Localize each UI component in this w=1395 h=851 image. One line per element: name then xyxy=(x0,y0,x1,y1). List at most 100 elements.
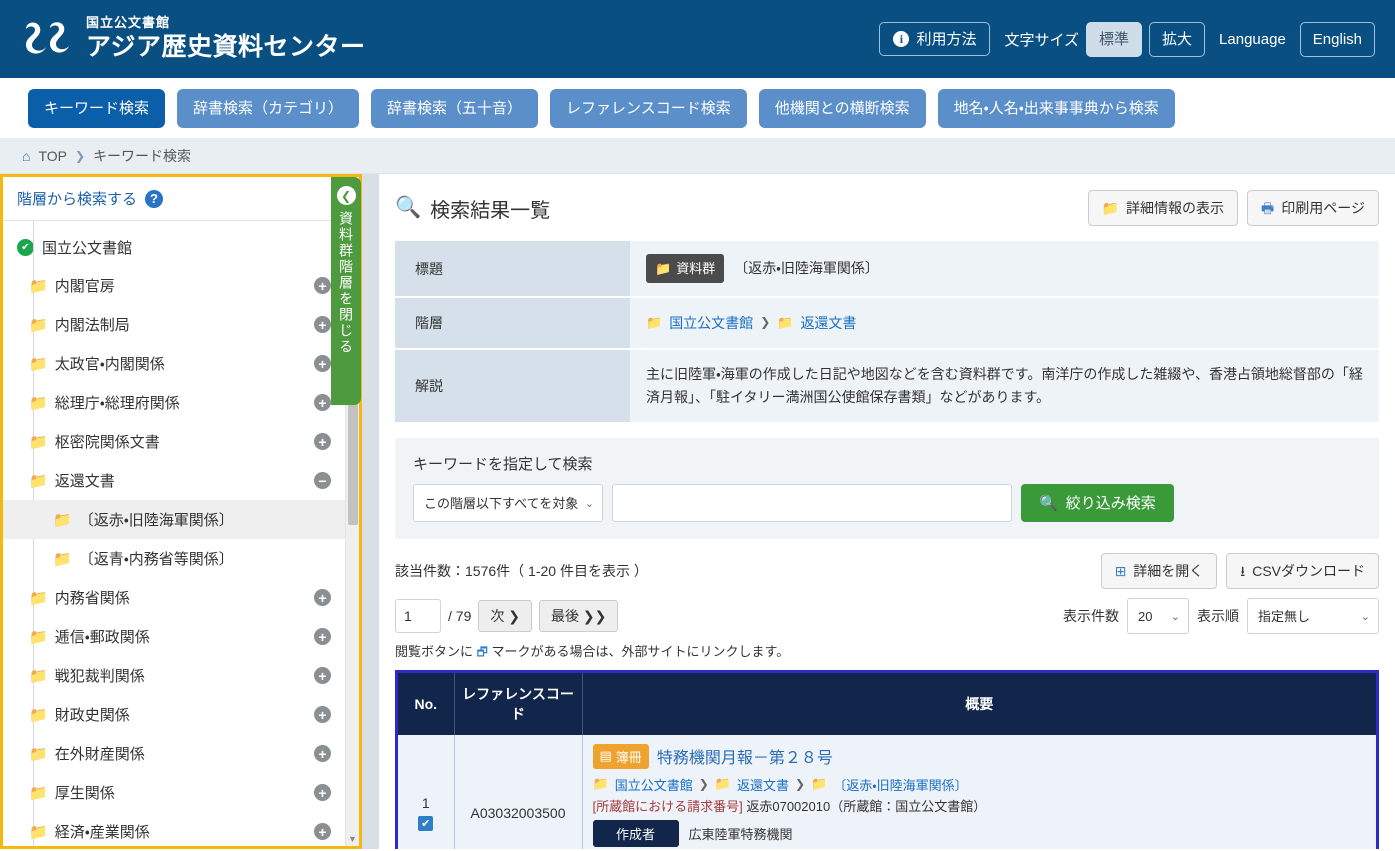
sidebar-item-naikaku-kanbo[interactable]: 📁 内閣官房 + xyxy=(3,266,345,305)
record-info-table: 標題 📁 資料群 〔返赤・旧陸海軍関係〕 階層 📁 国立公文書館 ❯ 📁 返還文… xyxy=(395,240,1379,424)
sidebar-item-teishin-yusei[interactable]: 📁 逓信・郵政関係 + xyxy=(3,617,345,656)
logo-subtitle: 国立公文書館 xyxy=(86,15,171,31)
csv-download-label: CSVダウンロード xyxy=(1252,562,1365,579)
nav-tab-reference-code[interactable]: レファレンスコード検索 xyxy=(550,88,747,128)
expand-details-button[interactable]: ⊞ 詳細を開く xyxy=(1100,552,1218,589)
path-link-henaka[interactable]: 〔返赤・旧陸海軍関係〕 xyxy=(833,775,967,794)
nav-tab-dictionary-category[interactable]: 辞書検索（カテゴリ） xyxy=(177,88,360,128)
sidebar-item-keizai-sangyo[interactable]: 📁 経済・産業関係 + xyxy=(3,812,345,846)
breadcrumb-home-link[interactable]: TOP xyxy=(38,148,67,164)
expand-icon[interactable]: + xyxy=(314,628,331,645)
font-size-standard-button[interactable]: 標準 xyxy=(1086,21,1143,57)
keyword-input[interactable] xyxy=(612,483,1012,522)
display-options: 表示件数 20 ⌄ 表示順 指定無し ⌄ xyxy=(1063,597,1379,634)
page-title-label: 検索結果一覧 xyxy=(430,199,551,222)
hierarchy-link-archives[interactable]: 国立公文書館 xyxy=(669,312,753,335)
print-page-button[interactable]: 🖶 印刷用ページ xyxy=(1247,190,1379,226)
folder-icon: 📁 xyxy=(29,745,48,763)
expand-icon[interactable]: + xyxy=(314,355,331,372)
home-icon: ⌂ xyxy=(22,147,31,164)
sidebar-item-dajokan[interactable]: 📁 太政官・内閣関係 + xyxy=(3,344,345,383)
chevron-down-icon: ⌄ xyxy=(1360,610,1370,623)
info-label-hierarchy: 階層 xyxy=(395,297,630,350)
sidebar-item-naimusho[interactable]: 📁 内務省関係 + xyxy=(3,578,345,617)
expand-icon[interactable]: + xyxy=(314,823,331,840)
next-page-button[interactable]: 次 ❯ xyxy=(478,599,532,632)
per-page-select[interactable]: 20 ⌄ xyxy=(1127,597,1189,634)
nav-tab-dictionary-kana[interactable]: 辞書検索（五十音） xyxy=(371,88,539,128)
search-scope-select[interactable]: この階層以下すべてを対象 ⌄ xyxy=(413,483,603,522)
sidebar-item-henaka-rikukaigun[interactable]: 📁 〔返赤・旧陸海軍関係〕 xyxy=(3,500,345,539)
expand-icon[interactable]: + xyxy=(314,667,331,684)
sidebar-item-label: 〔返青・内務省等関係〕 xyxy=(78,551,234,568)
folder-icon: 📁 xyxy=(592,776,609,792)
expand-icon[interactable]: + xyxy=(314,277,331,294)
sidebar-item-label: 内務省関係 xyxy=(54,590,130,607)
folder-icon: 📁 xyxy=(53,511,72,529)
results-table-head: No. レファレンスコード 概要 xyxy=(398,672,1376,735)
sidebar-item-kosei[interactable]: 📁 厚生関係 + xyxy=(3,773,345,812)
folder-icon: 📁 xyxy=(29,628,48,646)
nav-tab-cross-institution[interactable]: 他機関との横断検索 xyxy=(758,88,926,128)
plus-square-icon: ⊞ xyxy=(1114,562,1127,579)
nav-tab-keyword-search[interactable]: キーワード検索 xyxy=(28,88,166,128)
tree-root-label: 国立公文書館 xyxy=(42,240,133,257)
row-checkbox[interactable]: ✔ xyxy=(418,815,434,831)
folder-icon: 📁 xyxy=(29,355,48,373)
show-details-label: 詳細情報の表示 xyxy=(1126,200,1225,216)
tree-root-node[interactable]: ✔ 国立公文書館 xyxy=(3,229,345,266)
hierarchy-link-henkan[interactable]: 返還文書 xyxy=(800,312,856,335)
help-icon[interactable]: ? xyxy=(145,189,164,208)
info-row-description: 解説 主に旧陸軍・海軍の作成した日記や地図などを含む資料群です。南洋庁の作成した… xyxy=(395,348,1379,424)
expand-icon[interactable]: + xyxy=(314,745,331,762)
font-size-large-button[interactable]: 拡大 xyxy=(1149,21,1206,57)
table-row[interactable]: 1 ✔ A03032003500 ▤ 簿冊 特務機関月報－第２８号 📁 国立公文… xyxy=(398,734,1376,849)
refine-search-button[interactable]: 🔍 絞り込み検索 xyxy=(1021,483,1174,522)
close-hierarchy-tab[interactable]: ❮ 資料群階層を閉じる xyxy=(331,177,361,405)
sidebar-item-senpan-saiban[interactable]: 📁 戦犯裁判関係 + xyxy=(3,656,345,695)
expand-icon[interactable]: + xyxy=(314,589,331,606)
expand-icon[interactable]: + xyxy=(314,394,331,411)
sidebar-item-henkan-bunsho[interactable]: 📁 返還文書 − xyxy=(3,461,345,500)
expand-icon[interactable]: + xyxy=(314,706,331,723)
refine-search-label: 絞り込み検索 xyxy=(1065,495,1156,513)
site-logo[interactable]: 国立公文書館 アジア歴史資料センター xyxy=(22,16,366,61)
sidebar-item-label: 財政史関係 xyxy=(54,707,130,724)
page-number-input[interactable] xyxy=(395,598,441,633)
record-title-text: 〔返赤・旧陸海軍関係〕 xyxy=(734,260,879,276)
sidebar-item-label: 内閣法制局 xyxy=(54,317,130,334)
breadcrumb: ⌂ TOP ❯ キーワード検索 xyxy=(0,138,1395,174)
sidebar-item-naikaku-hoseikyoku[interactable]: 📁 内閣法制局 + xyxy=(3,305,345,344)
show-details-button[interactable]: 📁 詳細情報の表示 xyxy=(1087,190,1239,226)
document-title-link[interactable]: ▤ 簿冊 特務機関月報－第２８号 xyxy=(592,743,1367,769)
sidebar-item-zaigai-zaisan[interactable]: 📁 在外財産関係 + xyxy=(3,734,345,773)
chevron-right-icon: ❯ xyxy=(698,777,709,792)
sort-select[interactable]: 指定無し ⌄ xyxy=(1247,597,1379,634)
folder-icon: 📁 xyxy=(646,315,663,331)
usage-button[interactable]: i 利用方法 xyxy=(879,22,991,56)
chevron-down-icon: ⌄ xyxy=(1170,610,1180,623)
info-value-description: 主に旧陸軍・海軍の作成した日記や地図などを含む資料群です。南洋庁の作成した雑綴や… xyxy=(630,348,1379,424)
language-english-button[interactable]: English xyxy=(1299,21,1375,57)
expand-icon[interactable]: + xyxy=(314,784,331,801)
printer-icon: 🖶 xyxy=(1261,200,1275,216)
nav-tab-encyclopedia[interactable]: 地名・人名・出来事事典から検索 xyxy=(937,88,1175,128)
path-link-henkan[interactable]: 返還文書 xyxy=(737,775,789,794)
sidebar-item-zaiseishi[interactable]: 📁 財政史関係 + xyxy=(3,695,345,734)
column-header-summary: 概要 xyxy=(582,672,1376,735)
sidebar-item-henao-naimusho[interactable]: 📁 〔返青・内務省等関係〕 xyxy=(3,539,345,578)
csv-download-button[interactable]: ⭳ CSVダウンロード xyxy=(1226,552,1379,589)
folder-icon: 📁 xyxy=(29,784,48,802)
document-type-badge: ▤ 簿冊 xyxy=(592,743,649,769)
collapse-icon[interactable]: − xyxy=(314,472,331,489)
per-page-value: 20 xyxy=(1138,608,1153,624)
sidebar-item-sumitsuin[interactable]: 📁 枢密院関係文書 + xyxy=(3,422,345,461)
expand-icon[interactable]: + xyxy=(314,433,331,450)
document-path: 📁 国立公文書館 ❯ 📁 返還文書 ❯ 📁 〔返赤・旧陸海軍関係〕 xyxy=(593,775,1367,794)
last-page-button[interactable]: 最後 ❯❯ xyxy=(538,599,619,632)
results-table: No. レファレンスコード 概要 1 ✔ A03032003500 ▤ 簿冊 特… xyxy=(398,672,1376,849)
path-link-archives[interactable]: 国立公文書館 xyxy=(615,775,693,794)
expand-icon[interactable]: + xyxy=(314,316,331,333)
sidebar-item-sorifu[interactable]: 📁 総理庁・総理府関係 + xyxy=(3,383,345,422)
scroll-down-icon[interactable]: ▼ xyxy=(346,832,359,846)
